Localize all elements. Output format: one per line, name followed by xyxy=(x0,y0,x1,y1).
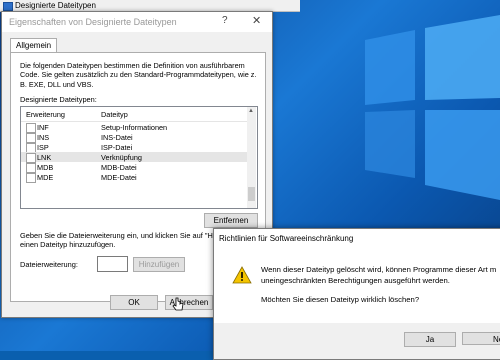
confirm-dialog: Richtlinien für Softwareeinschränkung We… xyxy=(213,228,500,360)
list-item[interactable]: MDB MDB-Datei xyxy=(21,162,247,173)
list-item-filetype: Setup-Informationen xyxy=(101,123,168,132)
help-button[interactable]: ? xyxy=(222,15,228,26)
list-item-extension: ISP xyxy=(37,143,49,152)
list-item-extension: MDE xyxy=(37,173,54,182)
add-button[interactable]: Hinzufügen xyxy=(133,257,185,272)
list-item-filetype: Verknüpfung xyxy=(101,153,142,162)
yes-button[interactable]: Ja xyxy=(404,332,456,347)
list-item-filetype: ISP-Datei xyxy=(101,143,133,152)
add-instruction-text-line2: einen Dateityp hinzuzufügen. xyxy=(20,240,116,249)
remove-button[interactable]: Entfernen xyxy=(204,213,258,228)
list-label: Designierte Dateitypen: xyxy=(20,95,97,104)
confirm-dialog-footer: Ja Nei xyxy=(214,323,500,359)
warning-icon xyxy=(232,266,252,284)
ok-button[interactable]: OK xyxy=(110,295,158,310)
confirm-message-line2: uneingeschränkten Berechtigungen ausgefü… xyxy=(261,276,450,285)
list-item[interactable]: INS INS-Datei xyxy=(21,132,247,143)
list-item-extension: INS xyxy=(37,133,50,142)
windows-logo-graphic xyxy=(365,15,500,200)
list-item-filetype: INS-Datei xyxy=(101,133,133,142)
background-window-title: Designierte Dateitypen xyxy=(15,1,96,10)
list-item-filetype: MDB-Datei xyxy=(101,163,137,172)
file-icon xyxy=(26,173,36,183)
folder-icon xyxy=(3,2,13,11)
file-types-list[interactable]: Erweiterung Dateityp INF Setup-Informatio… xyxy=(20,106,258,209)
tab-allgemein[interactable]: Allgemein xyxy=(10,38,58,53)
description-text: Die folgenden Dateitypen bestimmen die D… xyxy=(20,61,257,89)
extension-input[interactable] xyxy=(97,256,128,272)
properties-dialog-titlebar[interactable]: Eigenschaften von Designierte Dateitypen… xyxy=(2,12,272,32)
extension-label: Dateierweiterung: xyxy=(20,260,78,269)
column-header-filetype[interactable]: Dateityp xyxy=(101,110,128,119)
list-item-filetype: MDE-Datei xyxy=(101,173,137,182)
scroll-up-icon[interactable]: ▲ xyxy=(248,108,254,114)
confirm-message-line1: Wenn dieser Dateityp gelöscht wird, könn… xyxy=(261,265,497,274)
list-item[interactable]: LNK Verknüpfung xyxy=(21,152,247,163)
list-item-extension: MDB xyxy=(37,163,54,172)
list-header: Erweiterung Dateityp xyxy=(21,107,247,122)
list-item-extension: INF xyxy=(37,123,49,132)
confirm-dialog-title: Richtlinien für Softwareeinschränkung xyxy=(219,234,354,243)
list-scrollbar[interactable]: ▲ xyxy=(247,107,256,208)
list-item[interactable]: INF Setup-Informationen xyxy=(21,122,247,133)
list-item[interactable]: ISP ISP-Datei xyxy=(21,142,247,153)
list-item[interactable]: MDE MDE-Datei xyxy=(21,172,247,183)
confirm-question: Möchten Sie diesen Dateityp wirklich lös… xyxy=(261,295,420,304)
scrollbar-thumb[interactable] xyxy=(248,187,255,201)
no-button[interactable]: Nei xyxy=(462,332,500,345)
list-item-extension: LNK xyxy=(37,153,52,162)
mouse-cursor-icon xyxy=(172,297,184,311)
close-button[interactable]: ✕ xyxy=(252,14,261,27)
properties-dialog-title: Eigenschaften von Designierte Dateitypen xyxy=(9,17,177,27)
column-header-extension[interactable]: Erweiterung xyxy=(26,110,65,119)
